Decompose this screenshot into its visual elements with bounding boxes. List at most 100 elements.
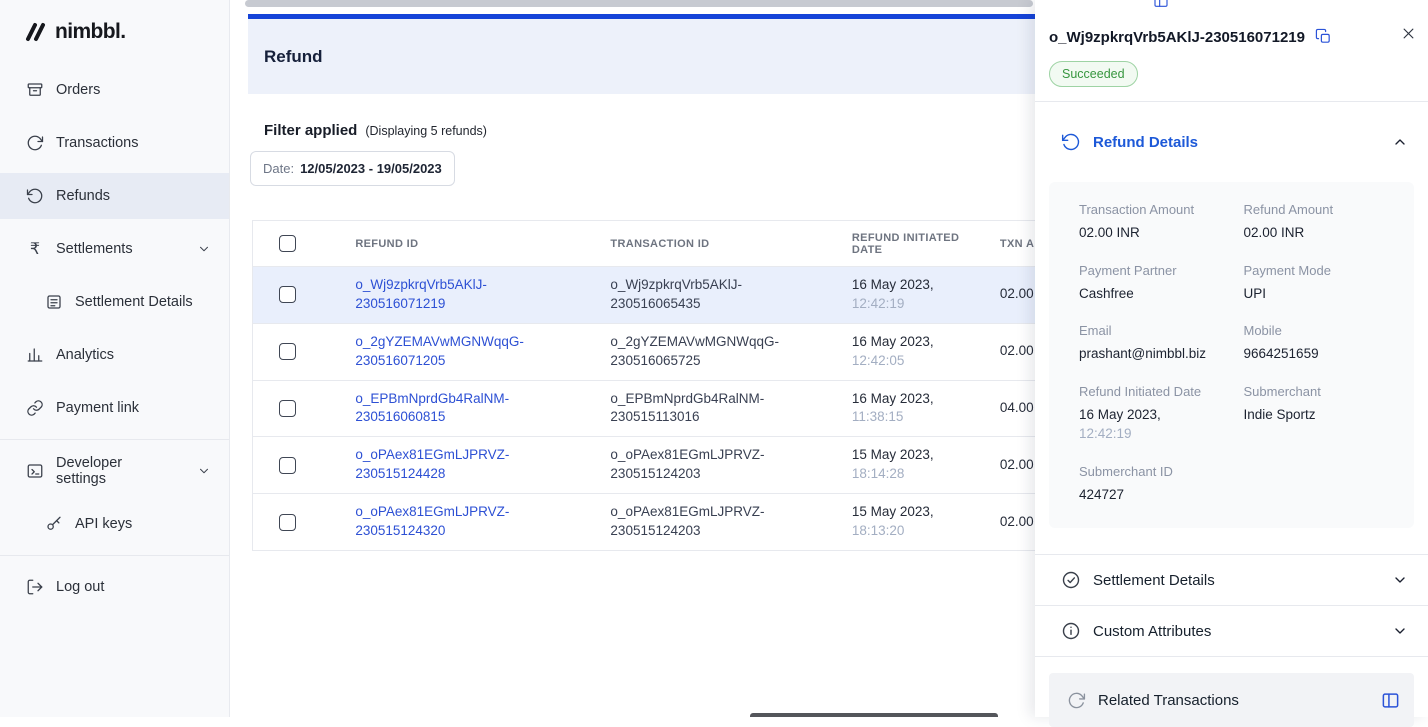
sidebar-item-label: Settlements [56,241,133,257]
open-columns-icon[interactable] [1381,691,1400,710]
transaction-id-cell: o_2gYZEMAVwMGNWqqG- 230516065725 [596,323,838,381]
row-checkbox[interactable] [279,399,296,417]
refund-id-link[interactable]: o_EPBmNprdGb4RalNM- 230516060815 [355,390,582,428]
sidebar-item-label: Refunds [56,188,111,204]
refund-date-cell: 15 May 2023, 18:13:20 [837,493,986,551]
sidebar-item-settlement-details[interactable]: Settlement Details [0,279,229,325]
field-email: Email prashant@nimbbl.biz [1079,323,1207,362]
section-title: Custom Attributes [1093,622,1212,640]
sidebar-item-transactions[interactable]: Transactions [0,120,229,166]
close-icon[interactable] [1401,26,1416,41]
row-checkbox[interactable] [279,343,296,361]
copy-icon[interactable] [1315,28,1332,45]
row-checkbox[interactable] [279,456,296,474]
column-header-txn-amount: TXN AMOUNT [985,220,1035,267]
brand-name: nimbbl. [55,20,126,43]
logout-icon [26,578,44,596]
page-title: Refund [264,46,323,66]
analytics-icon [26,346,44,364]
section-refund-details[interactable]: Refund Details [1035,102,1428,182]
section-settlement-details[interactable]: Settlement Details [1035,555,1428,605]
refund-id-title: o_Wj9zpkrqVrb5AKlJ-230516071219 [1049,29,1305,46]
chevron-down-icon[interactable] [1392,572,1408,588]
filter-count-note: (Displaying 5 refunds) [365,124,487,138]
refund-id-link[interactable]: o_oPAex81EGmLJPRVZ- 230515124320 [355,503,582,541]
settlement-details-icon [45,293,63,311]
field-refund-initiated-date: Refund Initiated Date 16 May 2023, 12:42:1… [1079,383,1202,442]
field-payment-partner: Payment Partner Cashfree [1079,262,1177,301]
page-header: Refund [248,14,1035,94]
txn-amount-cell: 02.00 INR [985,266,1035,324]
sidebar-item-developer-settings[interactable]: Developer settings [0,448,229,494]
chevron-down-icon [197,242,211,256]
transaction-id-cell: o_oPAex81EGmLJPRVZ- 230515124203 [596,493,838,551]
table-row[interactable]: o_Wj9zpkrqVrb5AKlJ- 230516071219 o_Wj9zpk… [252,266,1035,324]
info-circle-icon [1061,621,1081,641]
date-filter-value: 12/05/2023 - 19/05/2023 [300,161,442,176]
refund-id-link[interactable]: o_oPAex81EGmLJPRVZ- 230515124428 [355,446,582,484]
txn-amount-cell: 04.00 INR [985,380,1035,438]
sidebar-item-label: Payment link [56,400,140,416]
related-transactions-bar[interactable]: Related Transactions [1049,673,1414,727]
table-header-row: REFUND ID TRANSACTION ID REFUND INITIATE… [252,220,1035,267]
sidebar-item-payment-link[interactable]: Payment link [0,385,229,431]
sidebar: nimbbl. Orders Transactions Refunds ₹ Se… [0,0,230,717]
brand-logo: nimbbl. [0,20,229,60]
select-all-checkbox[interactable] [279,235,296,252]
sidebar-divider [0,439,229,440]
refund-id-link[interactable]: o_2gYZEMAVwMGNWqqG- 230516071205 [355,333,582,371]
field-submerchant: Submerchant Indie Sportz [1243,383,1321,422]
status-badge: Succeeded [1049,61,1138,87]
table-row[interactable]: o_oPAex81EGmLJPRVZ- 230515124320 o_oPAex8… [252,493,1035,551]
txn-amount-cell: 02.00 INR [985,493,1035,551]
row-checkbox[interactable] [279,286,296,304]
refund-icon [1061,132,1081,152]
sidebar-item-refunds[interactable]: Refunds [0,173,229,219]
section-custom-attributes[interactable]: Custom Attributes [1035,606,1428,656]
chevron-down-icon[interactable] [1392,623,1408,639]
field-mobile: Mobile 9664251659 [1243,323,1319,362]
refunds-icon [26,187,44,205]
nimbbl-logo-icon [24,21,48,43]
row-checkbox[interactable] [279,513,296,531]
chevron-up-icon[interactable] [1392,134,1408,150]
filter-applied-label: Filter applied [264,122,358,139]
sidebar-item-label: Log out [56,579,105,595]
transaction-id-cell: o_oPAex81EGmLJPRVZ- 230515124203 [596,436,838,495]
sidebar-item-label: Orders [56,82,101,98]
sidebar-divider [0,555,229,556]
sidebar-item-label: Settlement Details [75,294,193,310]
sidebar-item-logout[interactable]: Log out [0,564,229,610]
sidebar-item-label: Transactions [56,135,139,151]
txn-amount-cell: 02.00 INR [985,323,1035,381]
sidebar-item-analytics[interactable]: Analytics [0,332,229,378]
transaction-id-cell: o_EPBmNprdGb4RalNM- 230515113016 [596,380,838,438]
field-payment-mode: Payment Mode UPI [1243,262,1331,301]
field-refund-amount: Refund Amount 02.00 INR [1243,202,1334,240]
refresh-icon [1067,691,1086,710]
table-row[interactable]: o_2gYZEMAVwMGNWqqG- 230516071205 o_2gYZEM… [252,323,1035,381]
sidebar-item-settlements[interactable]: ₹ Settlements [0,226,229,272]
refund-date-cell: 16 May 2023, 12:42:19 [837,266,986,324]
refund-details-card: Transaction Amount 02.00 INR Refund Amoun… [1049,182,1414,529]
date-filter-chip[interactable]: Date: 12/05/2023 - 19/05/2023 [250,151,455,186]
key-icon [45,515,63,533]
table-row[interactable]: o_oPAex81EGmLJPRVZ- 230515124428 o_oPAex8… [252,436,1035,495]
refund-date-cell: 16 May 2023, 11:38:15 [837,380,986,438]
app-root: nimbbl. Orders Transactions Refunds ₹ Se… [0,0,1428,727]
related-transactions-label: Related Transactions [1098,691,1239,709]
sidebar-item-api-keys[interactable]: API keys [0,501,229,547]
orders-icon [26,81,44,99]
refunds-table: REFUND ID TRANSACTION ID REFUND INITIATE… [252,220,1035,551]
sidebar-item-label: Developer settings [56,455,123,487]
filter-summary: Filter applied (Displaying 5 refunds) [264,122,1035,139]
table-row[interactable]: o_EPBmNprdGb4RalNM- 230516060815 o_EPBmNp… [252,380,1035,438]
horizontal-scrollbar[interactable] [245,0,1033,7]
sidebar-item-orders[interactable]: Orders [0,67,229,113]
refund-id-link[interactable]: o_Wj9zpkrqVrb5AKlJ- 230516071219 [355,276,582,314]
column-header-refund-id: REFUND ID [341,220,597,267]
transactions-icon [26,134,44,152]
refund-detail-panel: o_Wj9zpkrqVrb5AKlJ-230516071219 Succeede… [1035,0,1428,727]
chevron-down-icon [197,464,211,478]
field-transaction-amount: Transaction Amount 02.00 INR [1079,202,1195,240]
